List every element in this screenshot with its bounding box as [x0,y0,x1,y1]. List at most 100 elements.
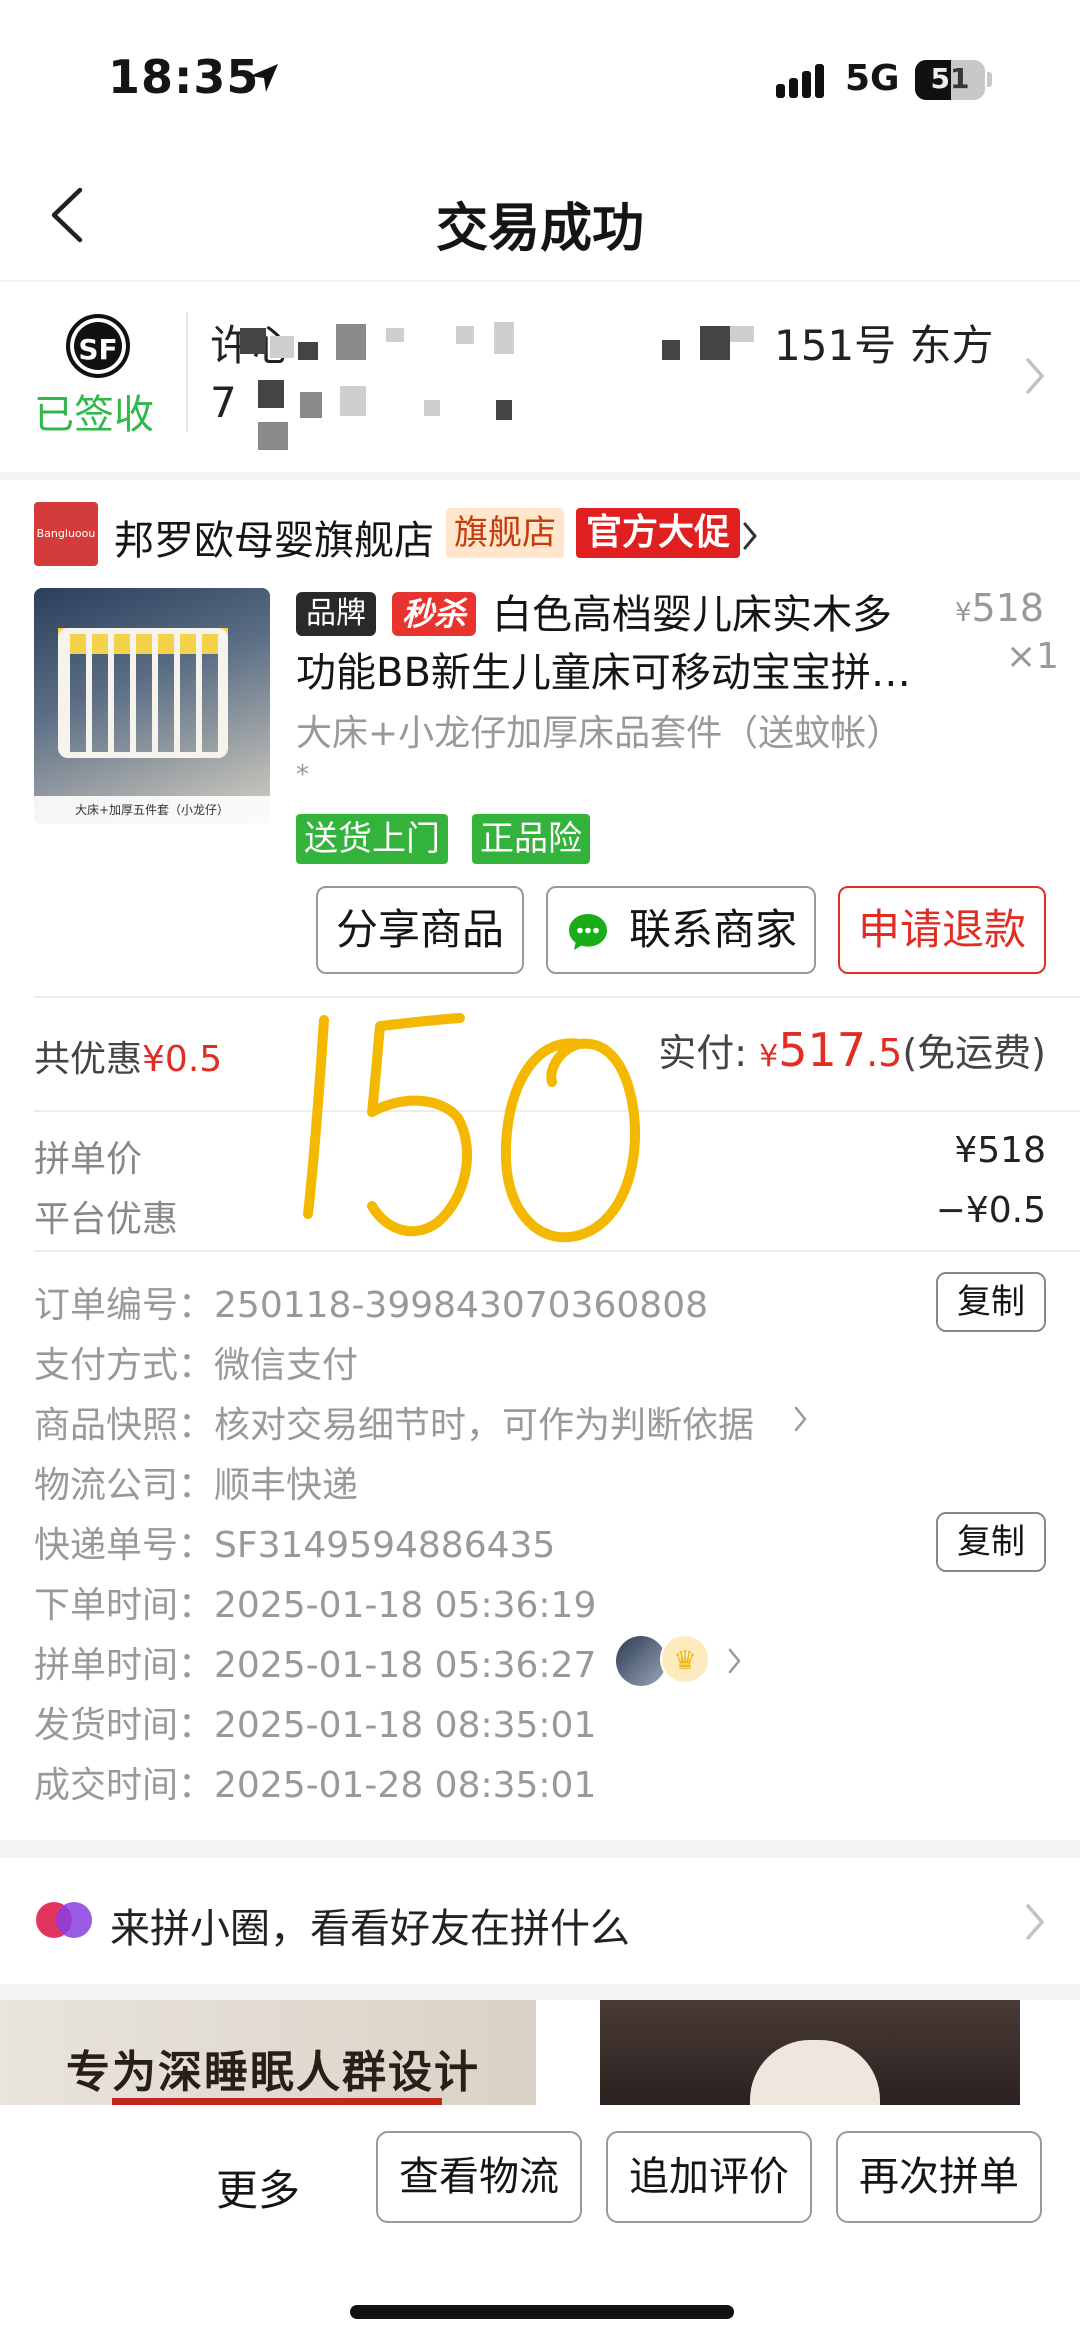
more-button[interactable]: 更多 [216,2157,300,2218]
paid-decimal: .5 [866,1031,903,1075]
payment-method-label: 支付方式： [34,1345,215,1386]
product-quantity: ×1 [1006,636,1060,677]
divider [34,996,1080,998]
privacy-mosaic [240,328,266,354]
shop-logo[interactable]: Bangluoou [34,502,98,566]
privacy-mosaic [300,392,322,418]
order-number-label: 订单编号： [34,1285,215,1326]
group-member-avatar[interactable] [616,1636,666,1686]
shipping-note: (免运费) [902,1031,1046,1075]
platform-discount-label: 平台优惠 [34,1199,179,1240]
group-time: 2025-01-18 05:36:27 [214,1645,597,1686]
amount-paid: 实付: ¥517.5(免运费) [658,1022,1046,1077]
snapshot-label: 商品快照： [34,1405,215,1446]
address-end: 151号 东方 [774,321,994,370]
reorder-button[interactable]: 再次拼单 [836,2131,1042,2223]
paid-currency: ¥ [759,1039,779,1074]
recommended-product-image[interactable] [600,2000,1020,2105]
product-image[interactable]: 大床+加厚五件套（小龙仔） [34,588,270,824]
discount-label: 共优惠 [34,1039,143,1080]
paid-integer: 517 [778,1023,867,1077]
cellular-signal-icon [776,64,824,98]
product-photo [750,2040,880,2105]
copy-order-number-button[interactable]: 复制 [936,1272,1046,1332]
address-line-2: 7 [210,378,237,427]
group-price-label: 拼单价 [34,1139,143,1180]
delivery-card[interactable]: SF 已签收 许心151号 东方 7 [0,282,1080,472]
recommended-product-card[interactable]: 专为深睡眠人群设计 [0,2000,536,2105]
contact-seller-label: 联系商家 [628,905,797,954]
flash-sale-tag: 秒杀 [392,592,477,636]
divider [186,312,188,432]
privacy-mosaic [270,336,294,358]
logistics-company-label: 物流公司： [34,1465,215,1506]
privacy-mosaic [424,400,440,416]
battery-tip [987,72,992,87]
order-time-label: 下单时间： [34,1585,215,1626]
chevron-right-icon [1026,358,1045,394]
copy-tracking-number-button[interactable]: 复制 [936,1512,1046,1572]
privacy-mosaic [298,342,318,360]
product-price: ¥518 [955,586,1044,630]
address-line-1: 许心151号 东方 [210,312,1010,373]
delivery-status: 已签收 [34,392,154,438]
contact-seller-button[interactable]: 联系商家 [546,886,816,974]
order-number-row: 订单编号：250118-399843070360808 [34,1276,708,1328]
banner-headline: 专为深睡眠人群设计 [66,2047,480,2098]
price-value: 518 [971,586,1045,630]
product-title[interactable]: 白色高档婴儿床实木多功能BB新生儿童床可移动宝宝拼… [296,586,926,702]
total-discount: 共优惠¥0.5 [34,1030,222,1082]
home-indicator[interactable] [350,2305,734,2319]
chevron-right-icon[interactable] [740,520,760,552]
order-number: 250118-399843070360808 [214,1285,708,1326]
flagship-badge: 旗舰店 [446,508,564,558]
location-arrow-icon [250,64,278,92]
paid-label: 实付: [658,1031,760,1075]
view-logistics-button[interactable]: 查看物流 [376,2131,582,2223]
order-time-row: 下单时间：2025-01-18 05:36:19 [34,1576,596,1628]
request-refund-button[interactable]: 申请退款 [838,886,1046,974]
privacy-mosaic [730,326,754,342]
friends-circle-logo-icon [36,1902,92,1938]
friends-circle-row[interactable]: 来拼小圈，看看好友在拼什么 [0,1858,1080,1984]
add-review-button[interactable]: 追加评价 [606,2131,812,2223]
tracking-number: SF3149594886435 [214,1525,556,1566]
group-time-row: 拼单时间：2025-01-18 05:36:27 [34,1636,596,1688]
tracking-number-row: 快递单号：SF3149594886435 [34,1516,555,1568]
shop-name[interactable]: 邦罗欧母婴旗舰店 [114,508,434,566]
group-price-value: ¥518 [954,1130,1046,1171]
logistics-company: 顺丰快递 [214,1465,359,1506]
friends-circle-text: 来拼小圈，看看好友在拼什么 [110,1906,630,1952]
payment-method: 微信支付 [214,1345,359,1386]
bottom-action-bar: 更多 查看物流 追加评价 再次拼单 [0,2105,1080,2341]
privacy-mosaic [258,422,288,450]
group-member-avatar[interactable]: ♛ [660,1634,710,1684]
page-title: 交易成功 [435,199,644,259]
snapshot-link[interactable]: 核对交易细节时，可作为判断依据 [214,1405,754,1446]
product-sku: 大床+小龙仔加厚床品套件（送蚊帐） [296,713,903,754]
promo-badge: 官方大促 [576,508,741,558]
chevron-right-icon [1026,1904,1045,1940]
status-time: 18:35 [108,50,260,104]
platform-discount-value: −¥0.5 [935,1190,1046,1231]
discount-value: ¥0.5 [142,1039,223,1080]
chevron-right-icon[interactable] [726,1646,744,1676]
recommendation-banner[interactable]: 专为深睡眠人群设计 [0,2000,1080,2105]
sku-star: * [296,760,309,790]
group-time-label: 拼单时间： [34,1645,215,1686]
privacy-mosaic [496,400,512,420]
nav-bar: 交易成功 [0,150,1080,280]
share-product-button[interactable]: 分享商品 [316,886,524,974]
handwritten-annotation: 150 [303,1013,640,1243]
battery-level: 51 [930,62,970,95]
network-type: 5G [845,58,900,99]
deal-time-label: 成交时间： [34,1765,215,1806]
deal-time: 2025-01-28 08:35:01 [214,1765,597,1806]
payment-method-row: 支付方式：微信支付 [34,1336,358,1388]
order-time: 2025-01-18 05:36:19 [214,1585,597,1626]
banner-accent [112,2098,442,2105]
service-tag-delivery: 送货上门 [296,814,448,864]
snapshot-row[interactable]: 商品快照：核对交易细节时，可作为判断依据 [34,1396,754,1448]
privacy-mosaic [494,322,514,354]
battery-icon: 51 [915,60,985,100]
